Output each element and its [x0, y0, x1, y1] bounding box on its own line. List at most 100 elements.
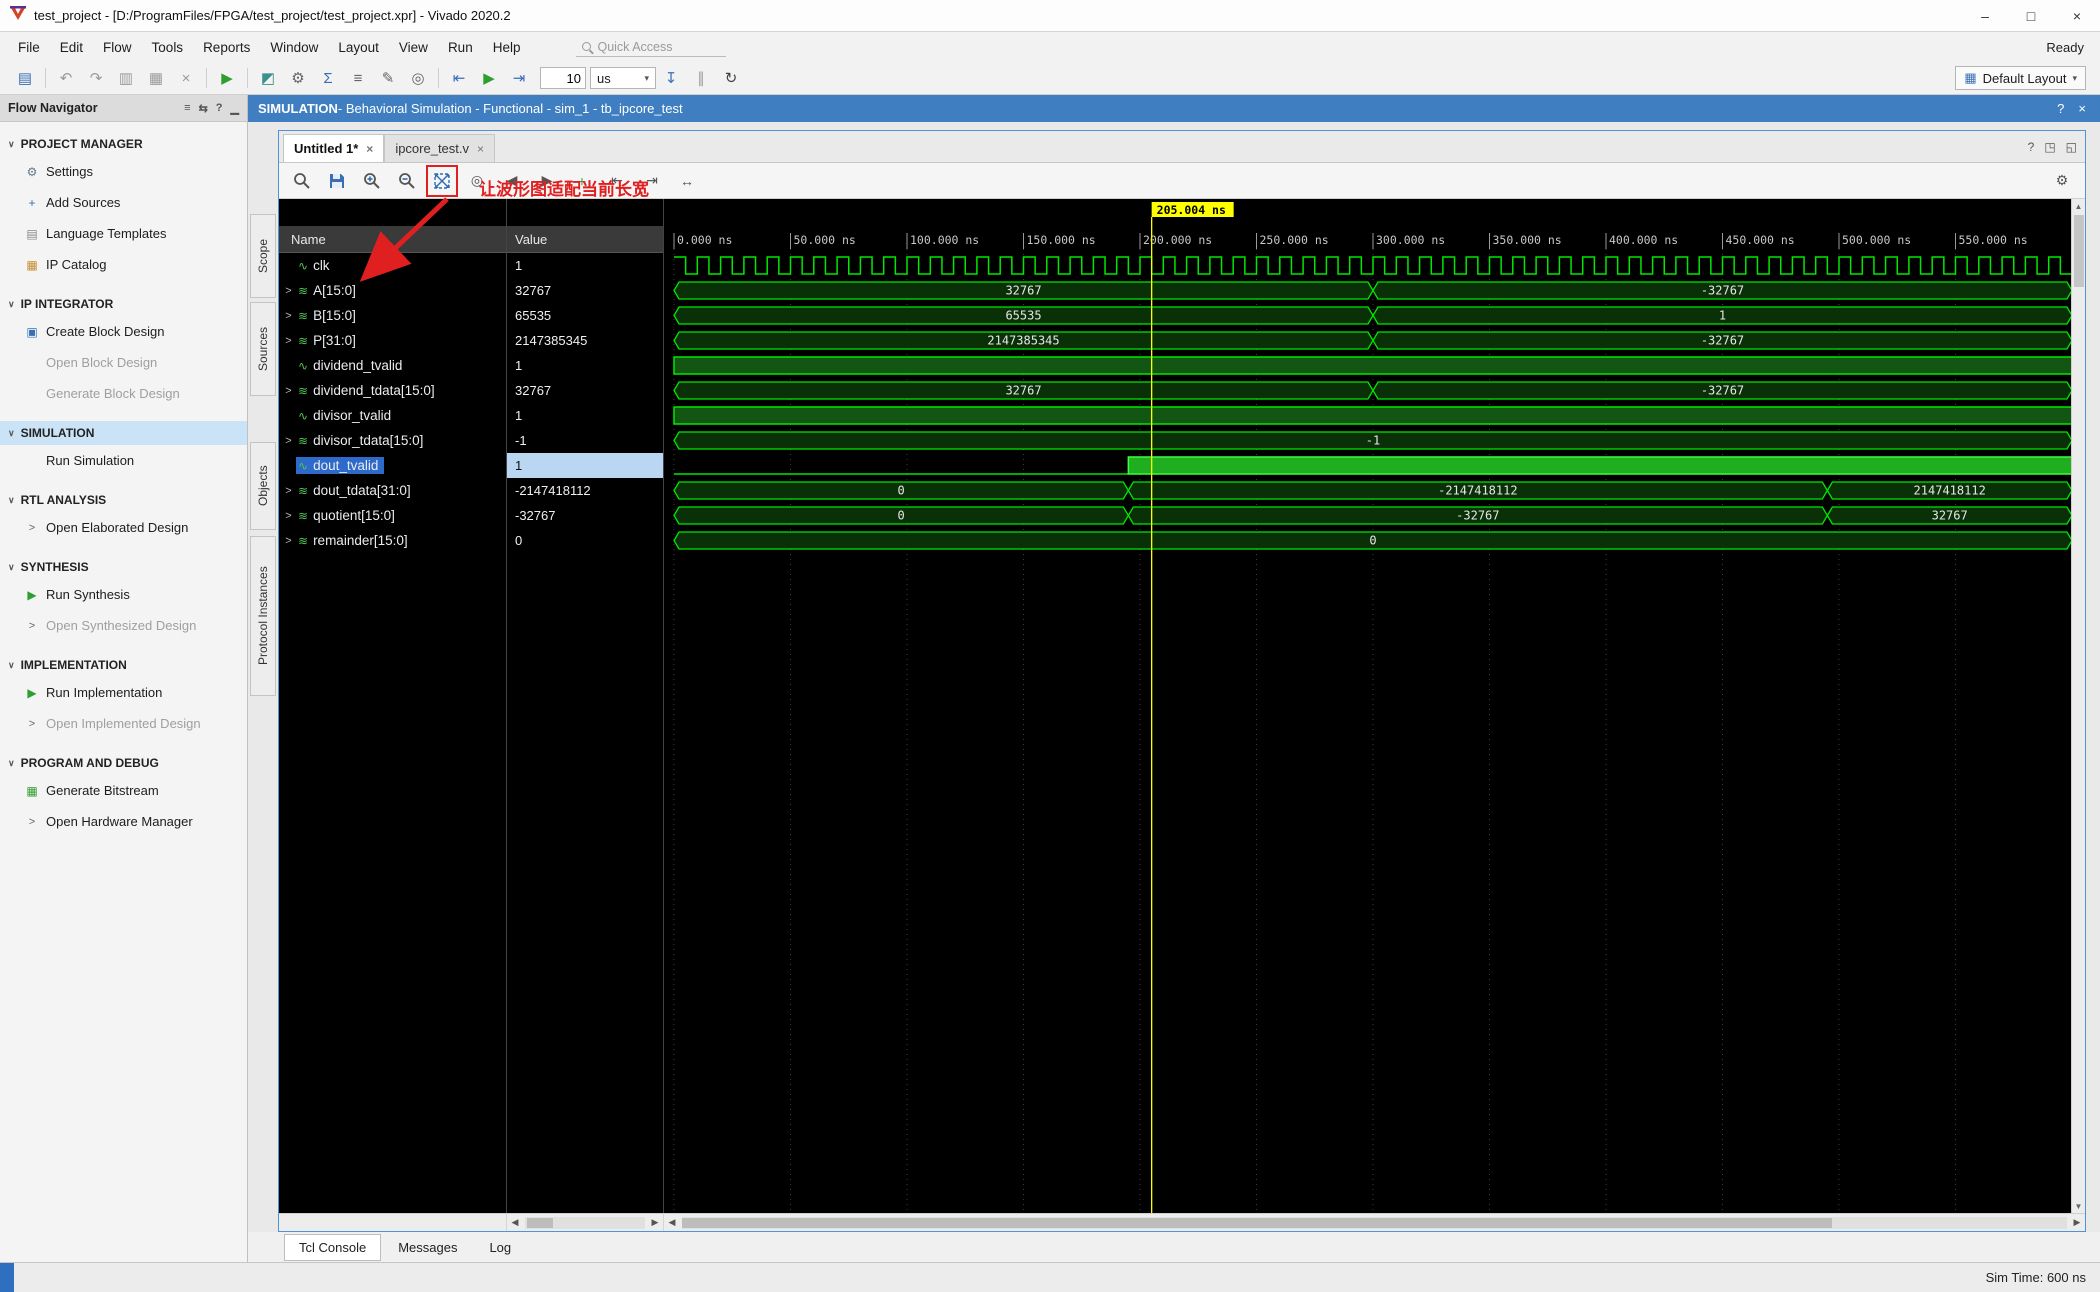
vertical-scroll-thumb[interactable] — [2073, 215, 2084, 287]
flow-section-ip-integrator[interactable]: ∨ IP INTEGRATOR — [0, 292, 247, 316]
minimize-icon[interactable]: ▁ — [231, 102, 239, 115]
scroll-up-icon[interactable]: ▲ — [2075, 199, 2083, 213]
wave-vertical-scrollbar[interactable]: ▲ ▼ — [2071, 199, 2085, 1213]
console-tab-messages[interactable]: Messages — [383, 1234, 472, 1261]
expand-arrow-icon[interactable]: > — [24, 718, 40, 730]
signal-name-row[interactable]: > ≋ dividend_tdata[15:0] — [279, 378, 506, 403]
flow-section-rtl-analysis[interactable]: ∨ RTL ANALYSIS — [0, 488, 247, 512]
signal-value-cell[interactable]: 1 — [507, 403, 663, 428]
signal-name-row[interactable]: > ≋ dout_tdata[31:0] — [279, 478, 506, 503]
close-icon[interactable]: × — [2078, 101, 2086, 116]
side-tab-objects[interactable]: Objects — [250, 442, 276, 530]
wave-horizontal-scrollbar[interactable]: ◀ ▶ — [664, 1214, 2085, 1231]
paste-button[interactable]: ▦ — [141, 65, 171, 91]
signal-value-cell[interactable]: 32767 — [507, 378, 663, 403]
signal-name-row[interactable]: > ≋ divisor_tdata[15:0] — [279, 428, 506, 453]
side-tab-sources[interactable]: Sources — [250, 302, 276, 396]
probe-button[interactable]: ◎ — [403, 65, 433, 91]
value-scroll-thumb[interactable] — [527, 1217, 553, 1228]
dashboard-button[interactable]: ◩ — [253, 65, 283, 91]
flow-item-create-block-design[interactable]: ▣ Create Block Design — [0, 316, 247, 347]
properties-button[interactable]: ≡ — [343, 65, 373, 91]
expand-arrow-icon[interactable]: > — [281, 285, 296, 297]
expand-arrow-icon[interactable]: > — [281, 535, 296, 547]
time-unit-select[interactable]: us ▾ — [590, 67, 656, 89]
settings-button[interactable]: ⚙ — [283, 65, 313, 91]
run-button[interactable]: ▶ — [212, 65, 242, 91]
maximize-button[interactable]: □ — [2008, 0, 2054, 31]
flow-item-open-implemented-design[interactable]: > Open Implemented Design — [0, 708, 247, 739]
expand-arrow-icon[interactable]: > — [281, 435, 296, 447]
name-column-header[interactable]: Name — [279, 226, 506, 253]
maximize-icon[interactable]: ◱ — [2066, 140, 2077, 154]
flow-item-language-templates[interactable]: ▤ Language Templates — [0, 218, 247, 249]
switch-layout-icon[interactable]: ⇆ — [199, 102, 208, 115]
step-button[interactable]: ⇥ — [504, 65, 534, 91]
quick-access-search[interactable]: Quick Access — [576, 38, 727, 57]
help-icon[interactable]: ? — [2028, 140, 2035, 154]
signal-name-row[interactable]: > ≋ A[15:0] — [279, 278, 506, 303]
flow-item-add-sources[interactable]: + Add Sources — [0, 187, 247, 218]
signal-value-cell[interactable]: 65535 — [507, 303, 663, 328]
minimize-button[interactable]: – — [1962, 0, 2008, 31]
value-column-header[interactable]: Value — [507, 226, 663, 253]
close-button[interactable]: × — [2054, 0, 2100, 31]
flow-item-generate-block-design[interactable]: Generate Block Design — [0, 378, 247, 409]
menu-window[interactable]: Window — [260, 36, 328, 59]
signal-name-row[interactable]: > ≋ B[15:0] — [279, 303, 506, 328]
flow-section-program-and-debug[interactable]: ∨ PROGRAM AND DEBUG — [0, 751, 247, 775]
expand-arrow-icon[interactable]: > — [281, 385, 296, 397]
signal-name-row[interactable]: ∿ divisor_tvalid — [279, 403, 506, 428]
scroll-down-icon[interactable]: ▼ — [2075, 1199, 2083, 1213]
menu-view[interactable]: View — [389, 36, 438, 59]
menu-edit[interactable]: Edit — [50, 36, 93, 59]
wave-scroll-thumb[interactable] — [682, 1217, 1832, 1228]
expand-arrow-icon[interactable]: > — [24, 816, 40, 828]
menu-help[interactable]: Help — [483, 36, 531, 59]
tab-untitled-1[interactable]: Untitled 1* × — [283, 134, 385, 162]
flow-item-open-block-design[interactable]: Open Block Design — [0, 347, 247, 378]
run-all-button[interactable]: ▶ — [474, 65, 504, 91]
zoom-fit-button[interactable] — [426, 164, 458, 197]
float-icon[interactable]: ◳ — [2044, 140, 2055, 154]
edit-button[interactable]: ✎ — [373, 65, 403, 91]
expand-arrow-icon[interactable]: > — [281, 485, 296, 497]
flow-item-run-implementation[interactable]: ▶ Run Implementation — [0, 677, 247, 708]
redo-button[interactable]: ↷ — [81, 65, 111, 91]
toggle-labels-icon[interactable]: ≡ — [184, 102, 190, 115]
layout-selector[interactable]: ▦ Default Layout ▾ — [1955, 66, 2086, 90]
pause-button[interactable]: ∥ — [686, 65, 716, 91]
copy-button[interactable]: ▥ — [111, 65, 141, 91]
run-time-input[interactable] — [540, 67, 586, 89]
side-tab-scope[interactable]: Scope — [250, 214, 276, 298]
value-panel-scrollbar[interactable]: ◀ ▶ — [507, 1214, 664, 1231]
flow-item-open-hardware-manager[interactable]: > Open Hardware Manager — [0, 806, 247, 837]
menu-file[interactable]: File — [8, 36, 50, 59]
flow-item-generate-bitstream[interactable]: ▦ Generate Bitstream — [0, 775, 247, 806]
relaunch-button[interactable]: ↻ — [716, 65, 746, 91]
signal-value-cell[interactable]: 32767 — [507, 278, 663, 303]
waveform-canvas[interactable]: 0.000 ns 50.000 ns 100.000 ns 150.000 ns 200… — [664, 199, 2085, 1213]
menu-tools[interactable]: Tools — [142, 36, 194, 59]
menu-reports[interactable]: Reports — [193, 36, 260, 59]
close-icon[interactable]: × — [366, 142, 373, 156]
run-for-time-button[interactable]: ↧ — [656, 65, 686, 91]
scroll-left-icon[interactable]: ◀ — [664, 1217, 680, 1228]
expand-arrow-icon[interactable]: > — [281, 335, 296, 347]
console-tab-tcl-console[interactable]: Tcl Console — [284, 1233, 382, 1261]
swap-cursors-button[interactable]: ↔ — [674, 168, 700, 194]
flow-item-ip-catalog[interactable]: ▦ IP Catalog — [0, 249, 247, 280]
signal-value-cell[interactable]: -32767 — [507, 503, 663, 528]
menu-run[interactable]: Run — [438, 36, 483, 59]
signal-value-cell[interactable]: 2147385345 — [507, 328, 663, 353]
find-button[interactable] — [289, 168, 315, 194]
flow-section-implementation[interactable]: ∨ IMPLEMENTATION — [0, 653, 247, 677]
signal-value-cell[interactable]: -2147418112 — [507, 478, 663, 503]
help-icon[interactable]: ? — [216, 102, 223, 115]
menu-flow[interactable]: Flow — [93, 36, 142, 59]
signal-name-row[interactable]: ∿ dout_tvalid — [279, 453, 506, 478]
signal-value-cell[interactable]: 1 — [507, 253, 663, 278]
signal-name-row[interactable]: > ≋ remainder[15:0] — [279, 528, 506, 553]
zoom-out-button[interactable] — [394, 168, 420, 194]
expand-arrow-icon[interactable]: > — [281, 310, 296, 322]
